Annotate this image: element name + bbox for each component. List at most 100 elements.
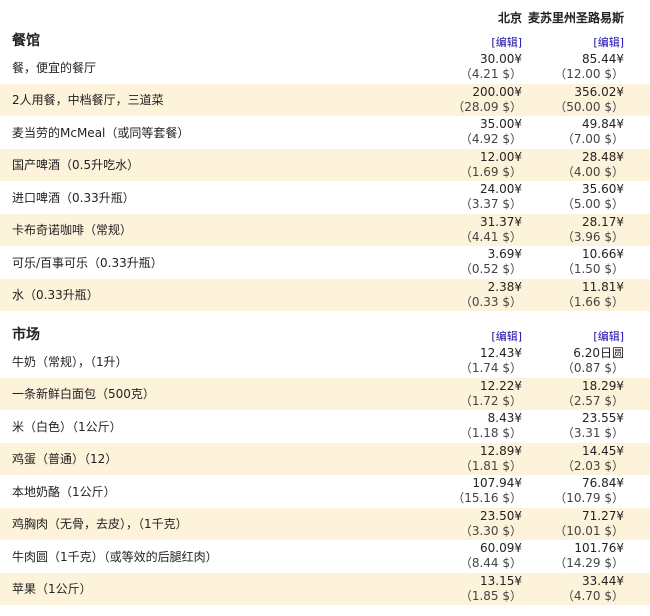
city1-price-cell: 2.38¥ （0.33 $） bbox=[410, 279, 524, 312]
city1-price-cell: 60.09¥ （8.44 $） bbox=[410, 540, 524, 573]
table-row: 鸡蛋（普通）（12） 12.89¥ （1.81 $） 14.45¥ （2.03 $） bbox=[0, 442, 650, 476]
column-header-city1: 北京 bbox=[497, 11, 522, 25]
city2-price-cell: 33.44¥ （4.70 $） bbox=[524, 573, 638, 606]
table-row: 卡布奇诺咖啡（常规） 31.37¥ （4.41 $） 28.17¥ （3.96 $） bbox=[0, 213, 650, 247]
city2-price-usd: （7.00 $） bbox=[561, 132, 624, 147]
city1-price-usd: （1.74 $） bbox=[459, 361, 522, 376]
item-name: 苹果（1公斤） bbox=[12, 582, 92, 597]
table-row: 本地奶酪（1公斤） 107.94¥ （15.16 $） 76.84¥ （10.79 $） bbox=[0, 475, 650, 508]
city1-price-cell: 12.43¥ （1.74 $） bbox=[410, 345, 524, 378]
city1-price-usd: （1.72 $） bbox=[459, 393, 522, 408]
item-name: 鸡胸肉（无骨，去皮），（1千克） bbox=[12, 517, 188, 532]
city2-price: 23.55¥ bbox=[582, 411, 624, 426]
city1-price: 12.00¥ bbox=[480, 149, 522, 164]
city2-price-cell: 18.29¥ （2.57 $） bbox=[524, 378, 638, 411]
city2-price-cell: 49.84¥ （7.00 $） bbox=[524, 116, 638, 149]
city2-price: 85.44¥ bbox=[582, 52, 624, 67]
city1-price-usd: （0.52 $） bbox=[459, 262, 522, 277]
table-row: 进口啤酒（0.33升瓶） 24.00¥ （3.37 $） 35.60¥ （5.00 $） bbox=[0, 181, 650, 214]
city1-price: 31.37¥ bbox=[480, 214, 522, 229]
city2-price-usd: （50.00 $） bbox=[554, 99, 624, 114]
item-name: 麦当劳的McMeal（或同等套餐） bbox=[12, 125, 190, 140]
city2-price: 28.17¥ bbox=[582, 214, 624, 229]
city2-price-usd: （4.70 $） bbox=[561, 588, 624, 603]
city2-price-cell: 101.76¥ （14.29 $） bbox=[524, 540, 638, 573]
city2-price-cell: 35.60¥ （5.00 $） bbox=[524, 181, 638, 214]
table-row: 可乐/百事可乐（0.33升瓶） 3.69¥ （0.52 $） 10.66¥ （1.50 … bbox=[0, 246, 650, 279]
city2-price-usd: （1.50 $） bbox=[561, 262, 624, 277]
city2-price-cell: 85.44¥ （12.00 $） bbox=[524, 51, 638, 84]
edit-cell-city2: [编辑] bbox=[524, 328, 638, 345]
item-name: 鸡蛋（普通）（12） bbox=[12, 452, 118, 467]
city1-price-cell: 30.00¥ （4.21 $） bbox=[410, 51, 524, 84]
city1-price: 3.69¥ bbox=[487, 247, 522, 262]
city2-price-usd: （0.87 $） bbox=[561, 361, 624, 376]
item-name: 本地奶酪（1公斤） bbox=[12, 484, 116, 499]
item-name: 牛奶（常规），（1升） bbox=[12, 354, 128, 369]
item-name: 牛肉圆（1千克）（或等效的后腿红肉） bbox=[12, 549, 218, 564]
city2-price-cell: 14.45¥ （2.03 $） bbox=[524, 443, 638, 476]
item-name: 卡布奇诺咖啡（常规） bbox=[12, 223, 133, 238]
city1-price-usd: （15.16 $） bbox=[452, 491, 522, 506]
table-row: 牛奶（常规），（1升） 12.43¥ （1.74 $） 6.20日圆 （0.87 $） bbox=[0, 345, 650, 378]
table-row: 牛肉圆（1千克）（或等效的后腿红肉） 60.09¥ （8.44 $） 101.76¥ （… bbox=[0, 540, 650, 573]
city1-price-usd: （4.41 $） bbox=[459, 229, 522, 244]
table-row: 米（白色）（1公斤） 8.43¥ （1.18 $） 23.55¥ （3.31 $） bbox=[0, 410, 650, 443]
item-name: 国产啤酒（0.5升吃水） bbox=[12, 158, 140, 173]
city2-price-usd: （3.31 $） bbox=[561, 426, 624, 441]
item-name: 餐，便宜的餐厅 bbox=[12, 60, 97, 75]
city1-price-usd: （1.81 $） bbox=[459, 458, 522, 473]
city2-price-cell: 28.48¥ （4.00 $） bbox=[524, 149, 638, 182]
city2-price: 11.81¥ bbox=[582, 279, 624, 294]
table-row: 麦当劳的McMeal（或同等套餐） 35.00¥ （4.92 $） 49.84¥ （7.… bbox=[0, 116, 650, 149]
city2-price-usd: （3.96 $） bbox=[561, 229, 624, 244]
city2-price: 14.45¥ bbox=[582, 443, 624, 458]
city2-price-cell: 6.20日圆 （0.87 $） bbox=[524, 345, 638, 378]
section-title: 市场 bbox=[12, 327, 40, 343]
city1-price-cell: 8.43¥ （1.18 $） bbox=[410, 410, 524, 443]
city2-price-usd: （10.01 $） bbox=[554, 523, 624, 538]
city1-price: 107.94¥ bbox=[472, 476, 522, 491]
table-row: 餐，便宜的餐厅 30.00¥ （4.21 $） 85.44¥ （12.00 $） bbox=[0, 51, 650, 84]
city2-price: 10.66¥ bbox=[582, 247, 624, 262]
edit-cell-city1: [编辑] bbox=[410, 328, 524, 345]
city1-price: 8.43¥ bbox=[487, 411, 522, 426]
item-name: 水（0.33升瓶） bbox=[12, 288, 99, 303]
section-header: 餐馆 [编辑] [编辑] bbox=[0, 30, 650, 51]
city1-price-usd: （1.69 $） bbox=[459, 164, 522, 179]
city1-price-cell: 31.37¥ （4.41 $） bbox=[410, 214, 524, 247]
city1-price: 35.00¥ bbox=[480, 117, 522, 132]
city2-price-cell: 76.84¥ （10.79 $） bbox=[524, 475, 638, 508]
city2-price-usd: （12.00 $） bbox=[554, 67, 624, 82]
edit-link-city2[interactable]: [编辑] bbox=[593, 330, 624, 343]
city2-price-usd: （2.57 $） bbox=[561, 393, 624, 408]
city2-price-cell: 28.17¥ （3.96 $） bbox=[524, 214, 638, 247]
city2-price-usd: （10.79 $） bbox=[554, 491, 624, 506]
table-row: 水（0.33升瓶） 2.38¥ （0.33 $） 11.81¥ （1.66 $） bbox=[0, 278, 650, 312]
city2-price-cell: 23.55¥ （3.31 $） bbox=[524, 410, 638, 443]
city1-price-usd: （1.18 $） bbox=[459, 426, 522, 441]
city2-price: 101.76¥ bbox=[574, 541, 624, 556]
city1-price-cell: 24.00¥ （3.37 $） bbox=[410, 181, 524, 214]
edit-link-city2[interactable]: [编辑] bbox=[593, 36, 624, 49]
city1-price-cell: 12.22¥ （1.72 $） bbox=[410, 378, 524, 411]
city1-price-usd: （0.33 $） bbox=[459, 294, 522, 309]
city1-price: 23.50¥ bbox=[480, 508, 522, 523]
table-row: 国产啤酒（0.5升吃水） 12.00¥ （1.69 $） 28.48¥ （4.00 $） bbox=[0, 148, 650, 182]
city1-price: 13.15¥ bbox=[480, 573, 522, 588]
city1-price: 12.43¥ bbox=[480, 346, 522, 361]
city1-price-usd: （3.37 $） bbox=[459, 197, 522, 212]
city2-price: 76.84¥ bbox=[582, 476, 624, 491]
city1-price-usd: （4.92 $） bbox=[459, 132, 522, 147]
column-header-city2: 麦苏里州圣路易斯 bbox=[527, 11, 624, 25]
city2-price-cell: 356.02¥ （50.00 $） bbox=[524, 84, 638, 117]
city1-price-usd: （1.85 $） bbox=[459, 588, 522, 603]
edit-link-city1[interactable]: [编辑] bbox=[491, 330, 522, 343]
city1-price: 60.09¥ bbox=[480, 541, 522, 556]
city2-price: 33.44¥ bbox=[582, 573, 624, 588]
edit-link-city1[interactable]: [编辑] bbox=[491, 36, 522, 49]
section-title: 餐馆 bbox=[12, 33, 40, 49]
city1-price-cell: 12.00¥ （1.69 $） bbox=[410, 149, 524, 182]
city2-price-cell: 71.27¥ （10.01 $） bbox=[524, 508, 638, 541]
